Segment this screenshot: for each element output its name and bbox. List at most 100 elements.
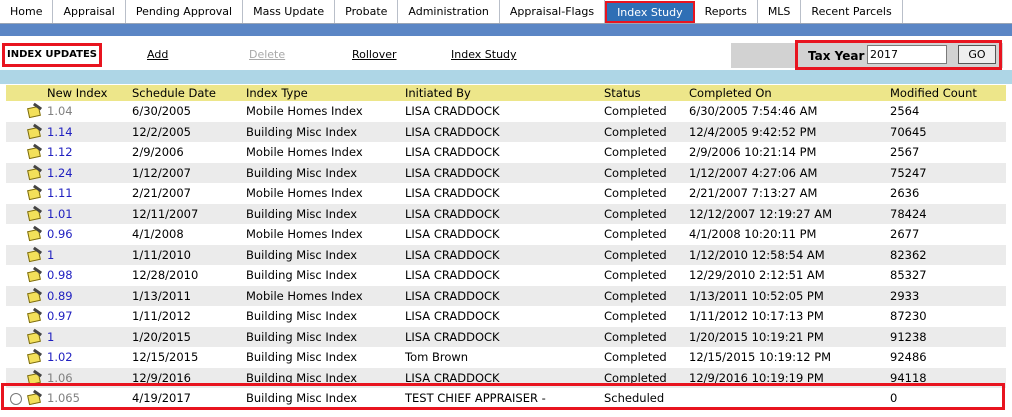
cell-status: Completed — [601, 326, 686, 347]
index-updates-table: New Index Schedule Date Index Type Initi… — [6, 85, 1006, 409]
table-row: 1 1/20/2015 Building Misc Index LISA CRADDO… — [6, 326, 1006, 347]
edit-note-icon[interactable] — [27, 307, 43, 324]
header-index-type[interactable]: Index Type — [243, 85, 402, 101]
tax-year-input[interactable] — [867, 45, 947, 64]
header-status[interactable]: Status — [601, 85, 686, 101]
edit-note-icon[interactable] — [27, 205, 43, 221]
select-cell — [6, 142, 25, 163]
cell-new-index[interactable]: 1.12 — [44, 142, 129, 163]
cell-status: Completed — [601, 142, 686, 163]
cell-initiated-by: LISA CRADDOCK — [402, 142, 601, 163]
edit-note-icon[interactable] — [27, 225, 43, 242]
cell-new-index[interactable]: 1 — [44, 244, 129, 265]
tab-index-study[interactable]: Index Study — [605, 1, 695, 23]
table-row: 1.11 2/21/2007 Mobile Homes Index LISA CRAD… — [6, 183, 1006, 204]
table-row: 1.01 12/11/2007 Building Misc Index LISA CR… — [6, 203, 1006, 224]
cell-schedule-date: 2/21/2007 — [129, 183, 243, 204]
edit-note-icon[interactable] — [27, 246, 43, 262]
index-study-link[interactable]: Index Study — [451, 48, 517, 61]
header-schedule-date[interactable]: Schedule Date — [129, 85, 243, 101]
edit-cell — [25, 121, 44, 142]
cell-status: Completed — [601, 347, 686, 368]
select-cell — [6, 121, 25, 142]
tab-appraisal[interactable]: Appraisal — [53, 0, 126, 23]
table-row: 1.14 12/2/2005 Building Misc Index LISA CRA… — [6, 121, 1006, 142]
header-initiated-by[interactable]: Initiated By — [402, 85, 601, 101]
cell-index-type: Building Misc Index — [243, 162, 402, 183]
cell-schedule-date: 1/11/2012 — [129, 306, 243, 327]
cell-new-index[interactable]: 0.96 — [44, 224, 129, 245]
edit-cell — [25, 244, 44, 265]
cell-index-type: Mobile Homes Index — [243, 101, 402, 122]
cell-completed-on: 2/9/2006 10:21:14 PM — [686, 142, 887, 163]
cell-new-index[interactable]: 1 — [44, 326, 129, 347]
cell-completed-on: 12/4/2005 9:42:52 PM — [686, 121, 887, 142]
edit-cell — [25, 142, 44, 163]
header-new-index[interactable]: New Index — [44, 85, 129, 101]
edit-note-icon[interactable] — [27, 164, 43, 180]
select-cell — [6, 183, 25, 204]
tab-pending-approval[interactable]: Pending Approval — [125, 0, 244, 23]
select-cell — [6, 347, 25, 368]
cell-new-index[interactable]: 1.04 — [44, 101, 129, 122]
add-link[interactable]: Add — [147, 48, 168, 61]
cell-index-type: Mobile Homes Index — [243, 183, 402, 204]
cell-index-type: Building Misc Index — [243, 244, 402, 265]
edit-cell — [25, 162, 44, 183]
tab-probate[interactable]: Probate — [335, 0, 399, 23]
delete-link[interactable]: Delete — [249, 48, 285, 61]
cell-initiated-by: LISA CRADDOCK — [402, 306, 601, 327]
edit-note-icon[interactable] — [27, 102, 43, 119]
edit-note-icon[interactable] — [27, 143, 43, 160]
header-modified-count[interactable]: Modified Count — [887, 85, 1006, 101]
rollover-link[interactable]: Rollover — [352, 48, 397, 61]
select-cell — [6, 285, 25, 306]
table-row: 0.96 4/1/2008 Mobile Homes Index LISA CRADD… — [6, 224, 1006, 245]
cell-completed-on: 12/29/2010 2:12:51 AM — [686, 265, 887, 286]
cell-index-type: Building Misc Index — [243, 306, 402, 327]
cell-status: Completed — [601, 285, 686, 306]
tab-mass-update[interactable]: Mass Update — [243, 0, 336, 23]
tab-home[interactable]: Home — [0, 0, 54, 23]
cell-modified-count: 2567 — [887, 142, 1006, 163]
cell-schedule-date: 4/1/2008 — [129, 224, 243, 245]
edit-note-icon[interactable] — [27, 328, 43, 344]
cell-status: Completed — [601, 265, 686, 286]
tab-appraisal-flags[interactable]: Appraisal-Flags — [499, 0, 606, 23]
edit-note-icon[interactable] — [27, 184, 43, 201]
edit-note-icon[interactable] — [27, 287, 43, 303]
cell-initiated-by: LISA CRADDOCK — [402, 244, 601, 265]
cell-initiated-by: LISA CRADDOCK — [402, 203, 601, 224]
cell-new-index[interactable]: 1.01 — [44, 203, 129, 224]
cell-new-index[interactable]: 1.14 — [44, 121, 129, 142]
cell-status: Completed — [601, 101, 686, 122]
cell-new-index[interactable]: 1.02 — [44, 347, 129, 368]
table-row: 0.97 1/11/2012 Building Misc Index LISA CRA… — [6, 306, 1006, 327]
go-button[interactable]: GO — [958, 45, 996, 64]
table-row: 1.02 12/15/2015 Building Misc Index Tom Bro… — [6, 347, 1006, 368]
edit-cell — [25, 265, 44, 286]
edit-note-icon[interactable] — [27, 266, 43, 283]
page-title: INDEX UPDATES — [2, 43, 102, 67]
cell-schedule-date: 1/20/2015 — [129, 326, 243, 347]
edit-note-icon[interactable] — [27, 123, 43, 139]
tab-reports[interactable]: Reports — [694, 0, 758, 23]
table-row: 0.98 12/28/2010 Building Misc Index LISA CR… — [6, 265, 1006, 286]
edit-note-icon[interactable] — [27, 348, 43, 365]
cell-new-index[interactable]: 0.97 — [44, 306, 129, 327]
edit-cell — [25, 306, 44, 327]
tab-recent-parcels[interactable]: Recent Parcels — [801, 0, 903, 23]
tab-administration[interactable]: Administration — [398, 0, 500, 23]
cell-new-index[interactable]: 0.98 — [44, 265, 129, 286]
cell-index-type: Building Misc Index — [243, 265, 402, 286]
header-completed-on[interactable]: Completed On — [686, 85, 887, 101]
cell-index-type: Mobile Homes Index — [243, 285, 402, 306]
cell-new-index[interactable]: 1.11 — [44, 183, 129, 204]
tab-mls[interactable]: MLS — [757, 0, 802, 23]
select-cell — [6, 244, 25, 265]
cell-new-index[interactable]: 1.24 — [44, 162, 129, 183]
cell-status: Completed — [601, 244, 686, 265]
select-cell — [6, 101, 25, 122]
cell-initiated-by: LISA CRADDOCK — [402, 183, 601, 204]
cell-new-index[interactable]: 0.89 — [44, 285, 129, 306]
